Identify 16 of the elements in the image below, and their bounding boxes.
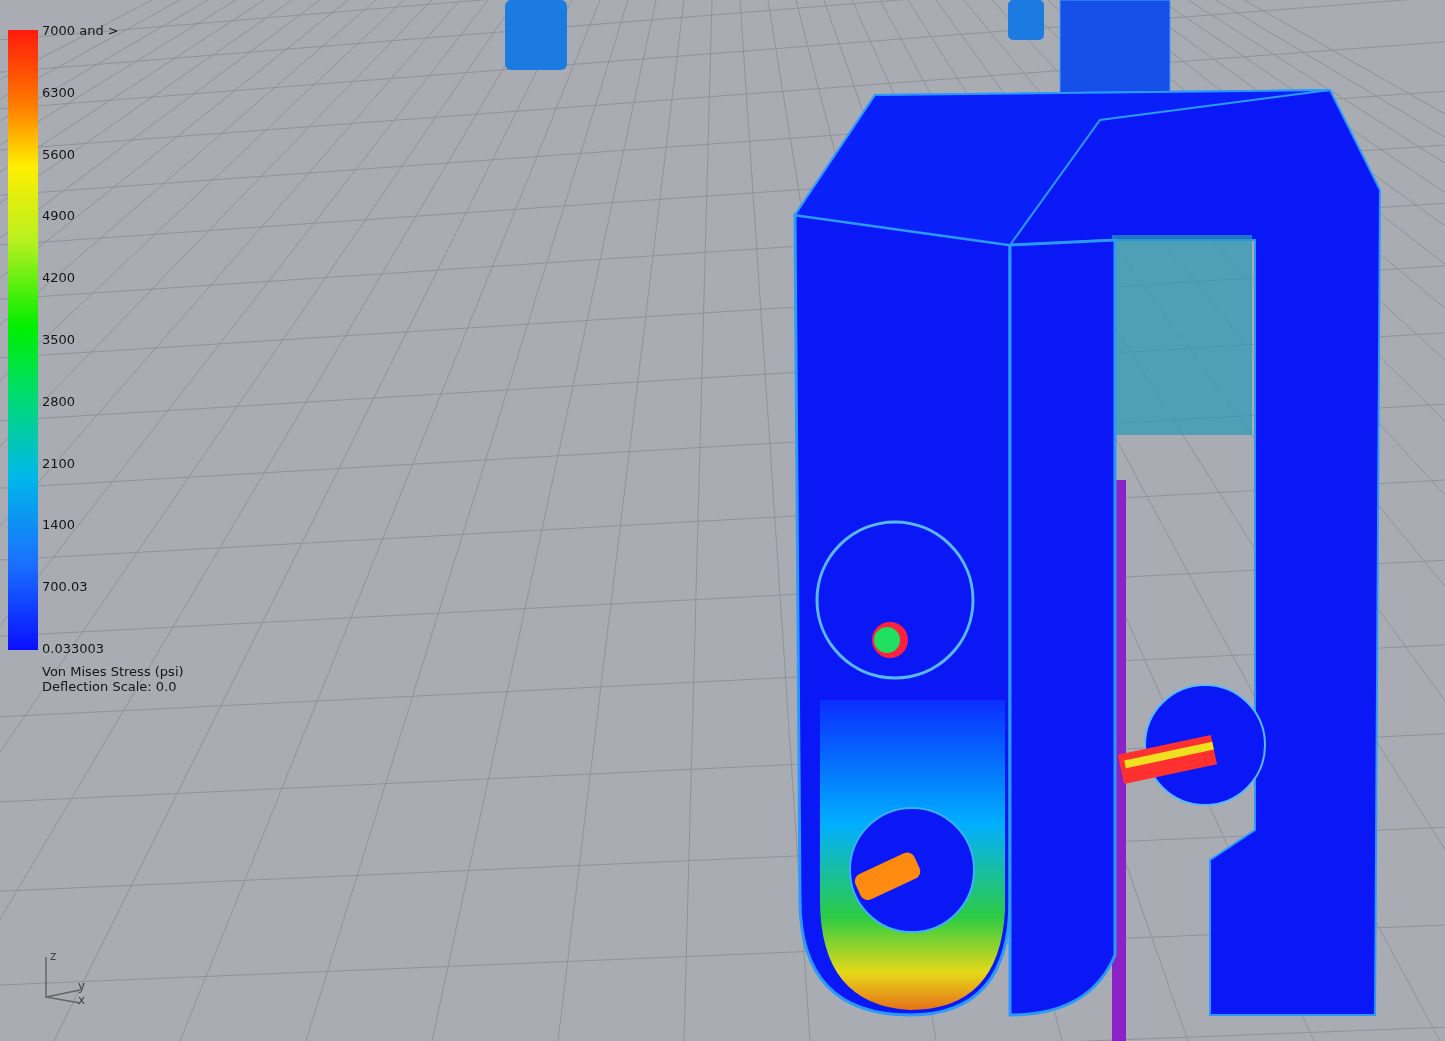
scale-label: 4200: [42, 271, 77, 286]
scale-label: 2800: [42, 394, 77, 409]
scale-label: 700.03: [42, 580, 89, 595]
scale-label: 4900: [42, 209, 77, 224]
legend-caption: Von Mises Stress (psi): [42, 664, 184, 679]
axis-label: x: [78, 994, 86, 1006]
scale-label: 1400: [42, 518, 77, 533]
axis-label: z: [50, 950, 57, 962]
scale-label: 0.033003: [42, 641, 106, 656]
legend-caption: Deflection Scale: 0.0: [42, 679, 178, 694]
axis-label: y: [78, 980, 86, 992]
scale-label: 7000 and >: [42, 24, 119, 38]
scale-label: 5600: [42, 147, 77, 162]
scale-label: 6300: [42, 85, 77, 100]
scale-label: 3500: [42, 333, 77, 347]
scale-label: 2100: [42, 456, 77, 471]
